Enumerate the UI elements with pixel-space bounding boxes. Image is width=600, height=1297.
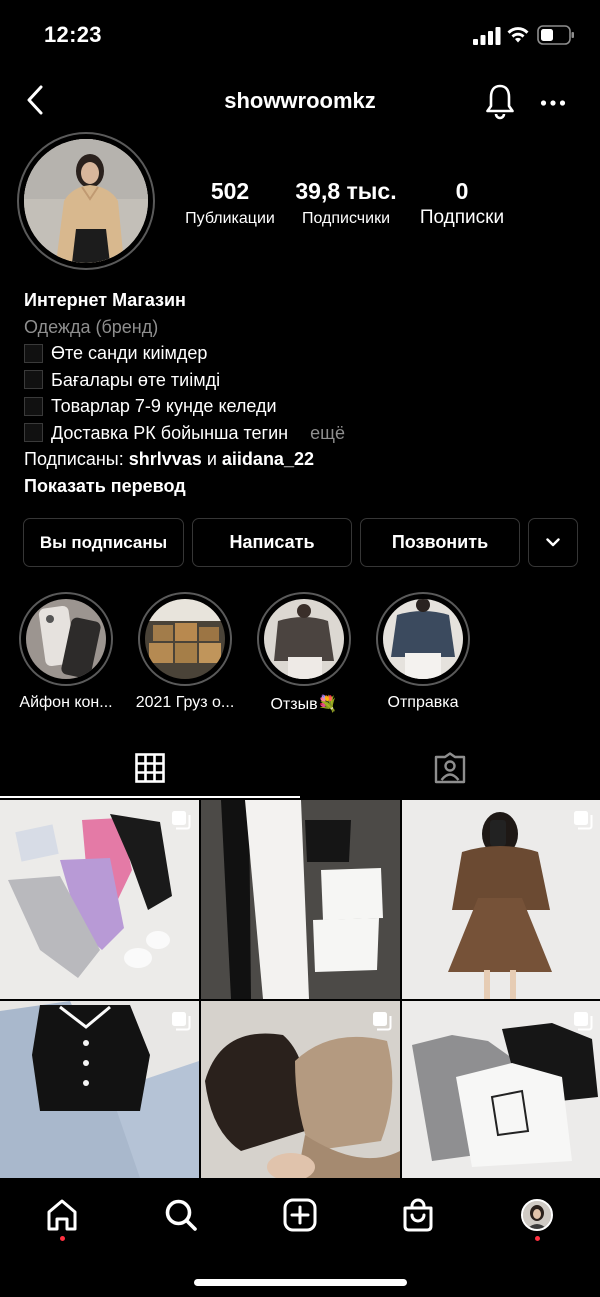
nav-search-button[interactable]	[161, 1195, 201, 1235]
profile-content-tabs	[0, 738, 600, 800]
more-options-button[interactable]	[538, 88, 568, 118]
bio-line-text: Бағалары өте тиімді	[51, 369, 221, 390]
active-tab-indicator	[0, 796, 300, 798]
highlight-label: Отзыв💐	[270, 696, 338, 713]
battery-icon	[537, 25, 574, 45]
profile-header: showwroomkz	[0, 70, 600, 134]
following-label: Подписки	[419, 207, 505, 228]
plus-square-icon	[283, 1198, 317, 1232]
message-button[interactable]: Написать	[192, 518, 352, 567]
profile-avatar[interactable]	[17, 132, 155, 270]
followers-label: Подписчики	[301, 210, 390, 227]
call-button[interactable]: Позвонить	[360, 518, 520, 567]
nav-shop-button[interactable]	[398, 1195, 438, 1235]
multiple-posts-icon	[574, 811, 593, 830]
followed-user-link[interactable]: aiidana_22	[222, 449, 314, 469]
nav-home-button[interactable]	[42, 1195, 82, 1235]
checkbox-emoji-icon	[24, 343, 43, 363]
cellular-signal-icon	[473, 27, 501, 45]
highlight-label: 2021 Груз о...	[135, 694, 235, 711]
followers-stat[interactable]: 39,8 тыс. Подписчики	[290, 176, 402, 228]
followed-prefix: Подписаны:	[24, 449, 124, 469]
profile-action-buttons: Вы подписаны Написать Позвонить	[23, 518, 578, 567]
posts-count: 502	[210, 178, 250, 204]
highlight-label: Айфон кон...	[19, 694, 113, 711]
profile-avatar-small	[521, 1199, 553, 1231]
chevron-down-icon	[546, 538, 560, 547]
bio-line: Товарлар 7-9 кунде келеди	[24, 393, 584, 420]
multiple-posts-icon	[172, 811, 191, 830]
more-horizontal-icon	[540, 100, 566, 106]
suggested-accounts-button[interactable]	[528, 518, 578, 567]
bio-line-text: Доставка РК бойынша тегин	[51, 422, 289, 443]
highlight-cover	[383, 599, 463, 679]
profile-bio: Интернет Магазин Одежда (бренд) Өте санд…	[24, 287, 584, 499]
multiple-posts-icon	[172, 1012, 191, 1031]
post-thumbnail[interactable]	[0, 800, 199, 999]
status-bar: 12:23	[0, 0, 600, 70]
home-indicator	[194, 1279, 407, 1286]
search-icon	[165, 1199, 197, 1231]
post-thumbnail[interactable]	[402, 800, 600, 999]
bio-line: Доставка РК бойынша тегин ещё	[24, 420, 584, 447]
bio-more-link[interactable]: ещё	[310, 420, 345, 447]
highlight-item[interactable]: Отправка	[363, 592, 483, 712]
highlight-item[interactable]: Отзыв💐	[244, 592, 364, 714]
shopping-bag-icon	[403, 1198, 433, 1232]
bottom-navigation	[0, 1178, 600, 1297]
highlight-label: Отправка	[387, 694, 459, 711]
tab-tagged[interactable]	[300, 738, 600, 798]
multiple-posts-icon	[574, 1012, 593, 1031]
highlight-cover	[145, 599, 225, 679]
following-button[interactable]: Вы подписаны	[23, 518, 184, 567]
bio-line: Бағалары өте тиімді	[24, 367, 584, 394]
followed-and: и	[206, 449, 217, 469]
highlight-cover	[264, 599, 344, 679]
home-notification-dot	[60, 1236, 65, 1241]
bell-icon	[486, 84, 514, 120]
post-thumbnail[interactable]	[402, 1001, 600, 1178]
following-count: 0	[455, 178, 469, 204]
notifications-button[interactable]	[484, 82, 516, 120]
highlight-item[interactable]: 2021 Груз о...	[125, 592, 245, 712]
post-thumbnail[interactable]	[201, 800, 400, 999]
wifi-icon	[507, 27, 529, 43]
home-icon	[47, 1199, 77, 1231]
bio-line-text: Товарлар 7-9 кунде келеди	[51, 396, 277, 416]
profile-notification-dot	[535, 1236, 540, 1241]
followed-user-link[interactable]: shrlvvas	[129, 449, 202, 469]
bio-line: Өте санди киімдер	[24, 340, 584, 367]
posts-grid	[0, 800, 600, 1178]
tagged-person-icon	[434, 752, 466, 784]
checkbox-emoji-icon	[24, 370, 43, 390]
followers-count: 39,8 тыс.	[295, 178, 397, 204]
nav-create-button[interactable]	[280, 1195, 320, 1235]
following-stat[interactable]: 0 Подписки	[410, 176, 514, 229]
story-highlights: Айфон кон... 2021 Груз о... Отзыв💐 Отпра…	[0, 592, 600, 717]
show-translation-link[interactable]: Показать перевод	[24, 473, 584, 500]
post-thumbnail[interactable]	[201, 1001, 400, 1178]
highlight-item[interactable]: Айфон кон...	[6, 592, 126, 712]
multiple-posts-icon	[373, 1012, 392, 1031]
bio-category: Одежда (бренд)	[24, 316, 159, 337]
posts-stat[interactable]: 502 Публикации	[170, 176, 290, 228]
posts-label: Публикации	[185, 210, 275, 227]
nav-profile-button[interactable]	[517, 1195, 557, 1235]
avatar-photo	[24, 139, 148, 263]
post-thumbnail[interactable]	[0, 1001, 199, 1178]
checkbox-emoji-icon	[24, 423, 43, 443]
bio-name: Интернет Магазин	[24, 290, 186, 310]
highlight-cover	[26, 599, 106, 679]
followed-by[interactable]: Подписаны: shrlvvas и aiidana_22	[24, 446, 584, 473]
status-time: 12:23	[44, 22, 102, 47]
bio-line-text: Өте санди киімдер	[51, 343, 208, 363]
profile-stats: 502 Публикации 39,8 тыс. Подписчики 0 По…	[170, 176, 530, 236]
tab-posts-grid[interactable]	[0, 738, 300, 798]
grid-icon	[135, 753, 165, 783]
checkbox-emoji-icon	[24, 396, 43, 416]
